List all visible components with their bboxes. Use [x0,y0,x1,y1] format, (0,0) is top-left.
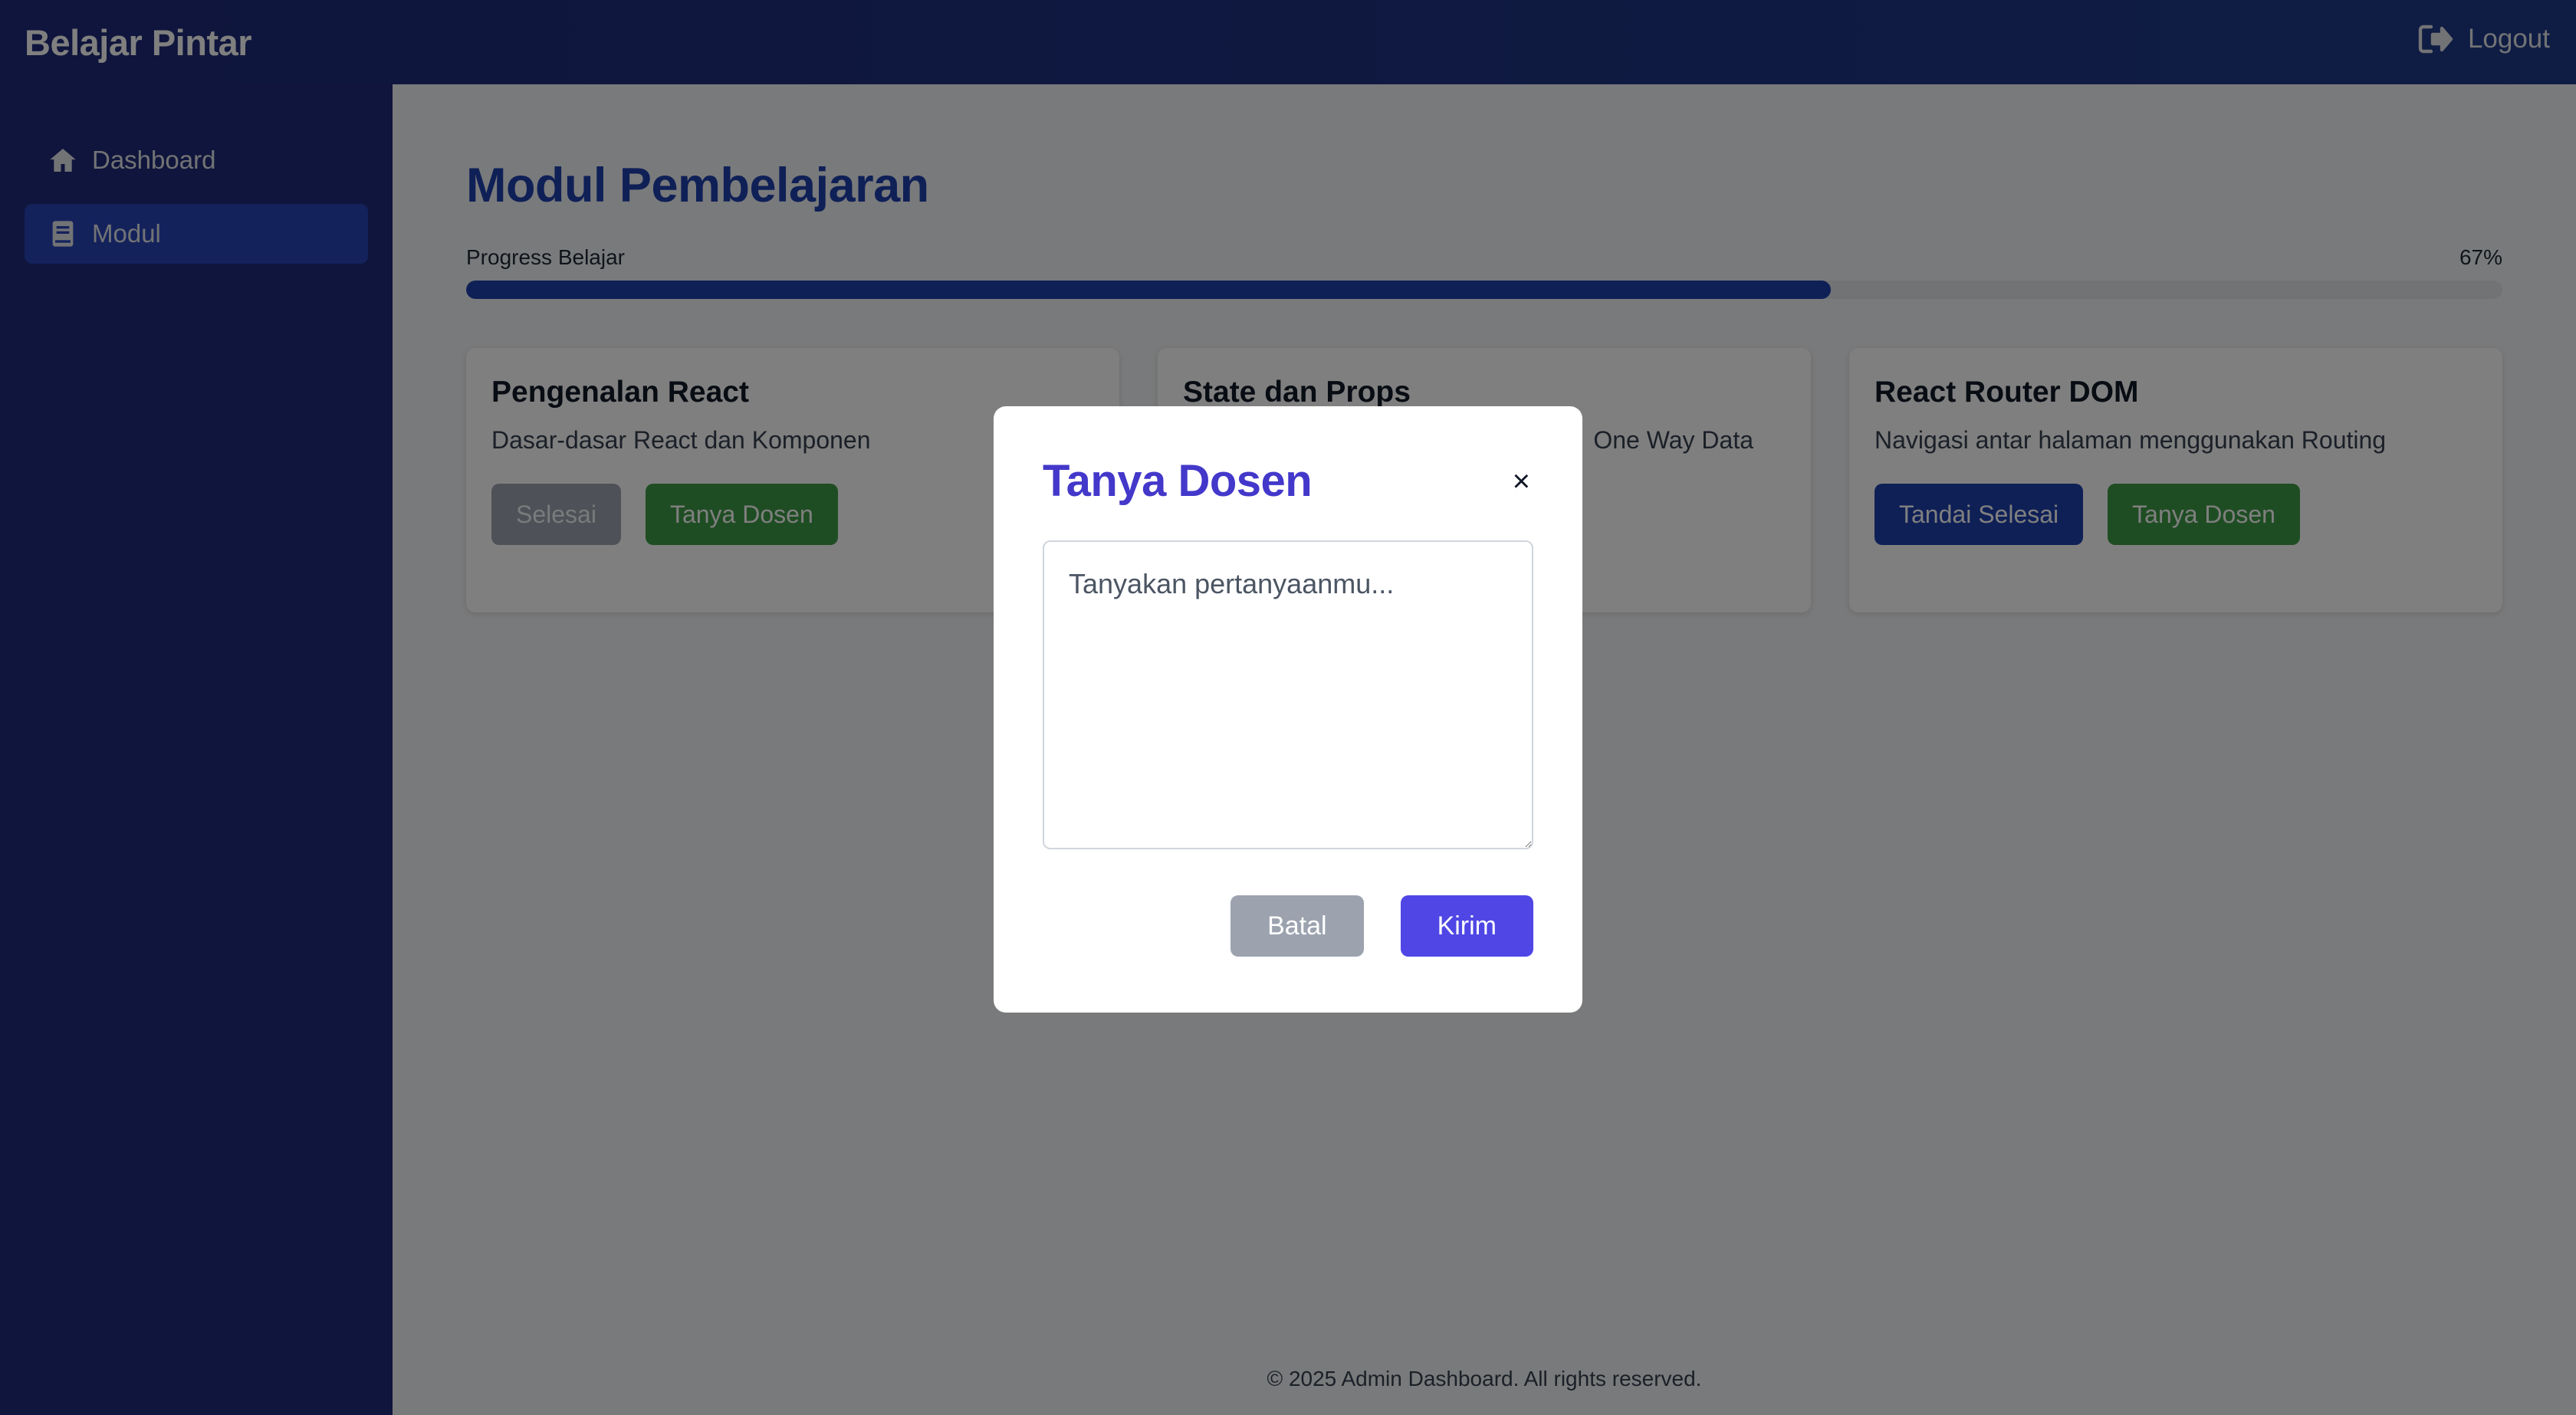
question-textarea[interactable] [1043,540,1533,849]
modal-actions: Batal Kirim [1043,895,1533,957]
cancel-button[interactable]: Batal [1230,895,1364,957]
close-icon[interactable]: × [1513,466,1530,497]
send-button[interactable]: Kirim [1400,895,1533,957]
ask-lecturer-modal: Tanya Dosen × Batal Kirim [994,406,1582,1013]
app-root: Belajar Pintar Logout Dashboard Modul [0,0,2576,1415]
modal-header: Tanya Dosen × [1043,455,1533,507]
modal-title: Tanya Dosen [1043,456,1313,506]
